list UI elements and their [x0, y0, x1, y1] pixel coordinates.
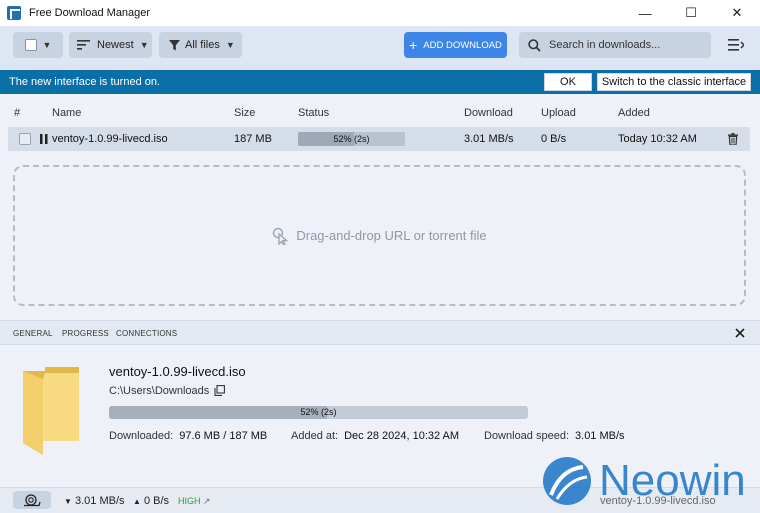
- status-up-speed: ▲ 0 B/s: [133, 495, 169, 507]
- row-upload-speed: 0 B/s: [541, 133, 567, 145]
- menu-icon[interactable]: [728, 37, 744, 53]
- row-download-speed: 3.01 MB/s: [464, 133, 514, 145]
- download-speed-value: 3.01 MB/s: [575, 430, 625, 442]
- details-tabs: GENERAL PROGRESS CONNECTIONS: [0, 320, 760, 345]
- toolbar: ▼ Newest ▼ All files ▼ + ADD DOWNLOAD: [0, 26, 760, 70]
- downloaded-value: 97.6 MB / 187 MB: [179, 430, 268, 442]
- added-at-label: Added at:: [291, 430, 339, 442]
- select-all-checkbox[interactable]: [24, 39, 37, 51]
- table-row[interactable]: ventoy-1.0.99-livecd.iso 187 MB 52% (2s)…: [8, 127, 750, 151]
- status-down-speed: ▼ 3.01 MB/s: [64, 495, 125, 507]
- speed-mode-button[interactable]: [13, 491, 51, 509]
- plus-icon: +: [409, 37, 418, 53]
- drop-zone[interactable]: Drag-and-drop URL or torrent file: [13, 165, 746, 306]
- tab-progress[interactable]: PROGRESS: [62, 329, 109, 338]
- add-download-button[interactable]: + ADD DOWNLOAD: [404, 32, 507, 58]
- drop-zone-text: Drag-and-drop URL or torrent file: [296, 228, 487, 243]
- column-status[interactable]: Status: [298, 107, 329, 119]
- filter-icon: [169, 39, 180, 50]
- trash-icon[interactable]: [728, 133, 738, 145]
- column-added[interactable]: Added: [618, 107, 650, 119]
- status-down-value: 3.01 MB/s: [74, 495, 125, 507]
- sort-dropdown[interactable]: Newest ▼: [69, 32, 152, 58]
- sort-label: Newest: [97, 39, 134, 51]
- filter-dropdown[interactable]: All files ▼: [159, 32, 242, 58]
- row-added: Today 10:32 AM: [618, 133, 697, 145]
- chevron-down-icon: ▼: [42, 40, 52, 50]
- chevron-down-icon: ▼: [225, 40, 235, 50]
- neowin-logo-icon: [543, 457, 591, 505]
- minimize-button[interactable]: —: [622, 0, 668, 26]
- status-up-value: 0 B/s: [143, 495, 170, 507]
- tab-general[interactable]: GENERAL: [13, 329, 53, 338]
- switch-classic-button[interactable]: Switch to the classic interface: [597, 73, 751, 91]
- title-bar: Free Download Manager — ☐ ✕: [0, 0, 760, 26]
- details-file-path: C:\Users\Downloads: [109, 385, 210, 397]
- priority-badge[interactable]: HIGH ↗: [178, 496, 211, 507]
- copy-icon[interactable]: [214, 385, 225, 396]
- ok-button[interactable]: OK: [544, 73, 592, 91]
- tab-connections[interactable]: CONNECTIONS: [116, 329, 177, 338]
- pause-icon[interactable]: [40, 134, 48, 144]
- sort-icon: [77, 40, 90, 50]
- neowin-watermark: Neowin: [541, 452, 756, 510]
- arrow-down-icon: ▼: [64, 497, 72, 506]
- list-header: # Name Size Status Download Upload Added: [0, 104, 760, 122]
- added-at-stat: Added at: Dec 28 2024, 10:32 AM: [291, 430, 459, 442]
- details-file-name: ventoy-1.0.99-livecd.iso: [109, 364, 246, 379]
- app-logo-icon: [7, 6, 21, 20]
- close-details-icon[interactable]: [735, 328, 745, 338]
- details-progress-text: 52% (2s): [300, 407, 337, 417]
- folder-icon: [23, 367, 79, 455]
- trend-up-icon: ↗: [203, 496, 211, 506]
- close-button[interactable]: ✕: [714, 0, 760, 26]
- added-at-value: Dec 28 2024, 10:32 AM: [344, 430, 460, 442]
- search-input[interactable]: [549, 39, 699, 51]
- maximize-button[interactable]: ☐: [668, 0, 714, 26]
- drag-pointer-icon: [273, 227, 289, 245]
- downloaded-label: Downloaded:: [109, 430, 174, 442]
- filter-label: All files: [185, 39, 220, 51]
- download-speed-stat: Download speed: 3.01 MB/s: [484, 430, 625, 442]
- snail-icon: [24, 494, 41, 507]
- downloaded-stat: Downloaded: 97.6 MB / 187 MB: [109, 430, 267, 442]
- column-upload[interactable]: Upload: [541, 107, 576, 119]
- search-box[interactable]: [519, 32, 711, 58]
- row-progress-bar: 52% (2s): [298, 132, 405, 146]
- window-controls: — ☐ ✕: [622, 0, 760, 26]
- row-checkbox[interactable]: [19, 133, 31, 145]
- details-progress-bar: 52% (2s): [109, 406, 528, 419]
- column-size[interactable]: Size: [234, 107, 255, 119]
- row-status-text: 52% (2s): [333, 134, 370, 144]
- download-speed-label: Download speed:: [484, 430, 570, 442]
- add-download-label: ADD DOWNLOAD: [423, 39, 502, 51]
- window-title: Free Download Manager: [29, 7, 151, 19]
- arrow-up-icon: ▲: [133, 497, 141, 506]
- search-icon: [528, 38, 541, 52]
- watermark-text: Neowin: [599, 456, 746, 505]
- new-interface-banner: The new interface is turned on. OK Switc…: [0, 70, 760, 94]
- priority-label: HIGH: [178, 496, 201, 506]
- select-all-dropdown[interactable]: ▼: [13, 32, 63, 58]
- column-download[interactable]: Download: [464, 107, 513, 119]
- column-number[interactable]: #: [14, 107, 20, 119]
- row-size: 187 MB: [234, 133, 272, 145]
- banner-message: The new interface is turned on.: [9, 76, 161, 88]
- row-file-name: ventoy-1.0.99-livecd.iso: [52, 133, 168, 145]
- column-name[interactable]: Name: [52, 107, 81, 119]
- chevron-down-icon: ▼: [139, 40, 149, 50]
